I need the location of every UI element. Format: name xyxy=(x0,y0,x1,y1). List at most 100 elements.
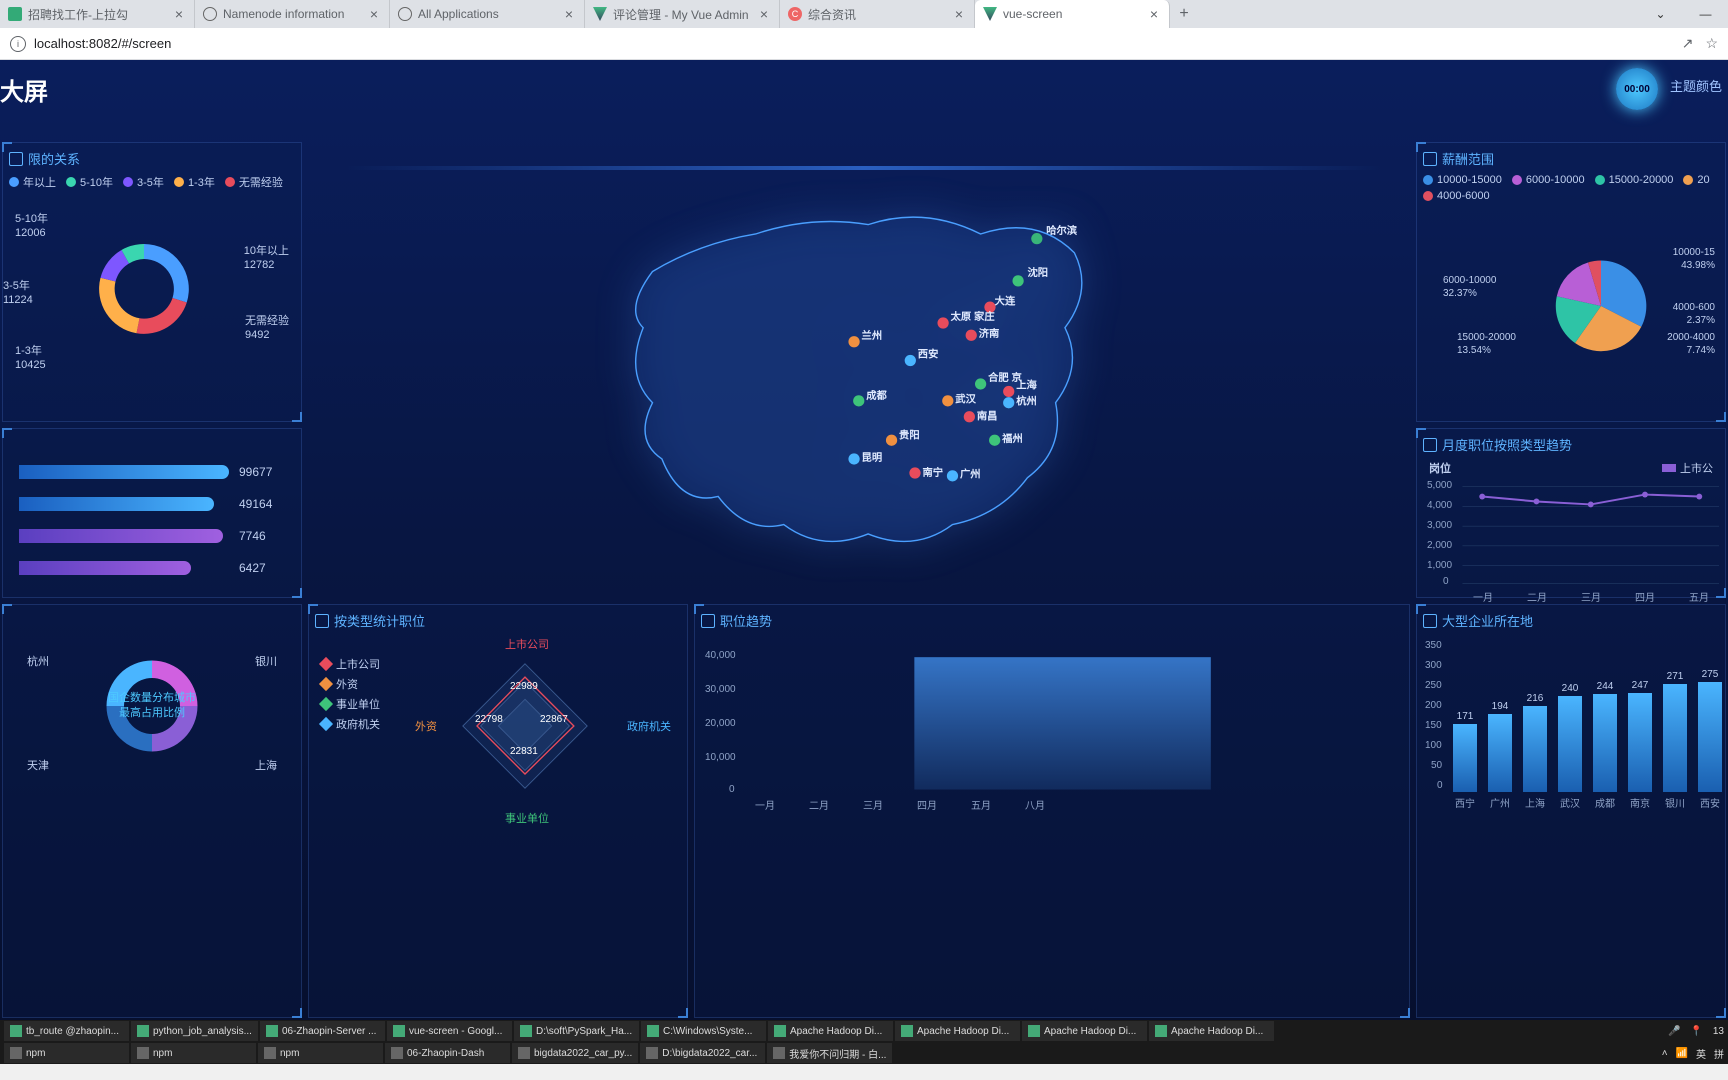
globe-icon xyxy=(203,7,217,21)
taskbar-item[interactable]: D:\bigdata2022_car... xyxy=(640,1043,765,1063)
taskbar-item[interactable]: Apache Hadoop Di... xyxy=(1022,1021,1147,1041)
tab-title: Namenode information xyxy=(223,7,361,21)
keyboard-indicator[interactable]: 拼 xyxy=(1714,1046,1724,1061)
tab-2[interactable]: All Applications × xyxy=(390,0,585,28)
tab-1[interactable]: Namenode information × xyxy=(195,0,390,28)
c-icon: C xyxy=(788,7,802,21)
close-icon[interactable]: × xyxy=(1147,7,1161,21)
globe-icon xyxy=(398,7,412,21)
pie-chart: 10000-1543.98% 4000-6002.37% 2000-40007.… xyxy=(1423,206,1719,406)
svg-text:哈尔滨: 哈尔滨 xyxy=(1046,224,1078,237)
tab-title: 评论管理 - My Vue Admin xyxy=(613,6,751,23)
star-icon[interactable]: ☆ xyxy=(1705,35,1718,52)
wifi-icon[interactable]: 📶 xyxy=(1676,1048,1688,1059)
taskbar-item[interactable]: 06-Zhaopin-Server ... xyxy=(260,1021,385,1041)
dashboard-screen: 大屏 00:00 主题颜色 限的关系 年以上 5-10年 3-5年 1-3年 无… xyxy=(0,60,1728,1020)
panel-title-text: 职位趋势 xyxy=(720,611,772,630)
tab-3[interactable]: 评论管理 - My Vue Admin × xyxy=(585,0,780,28)
tab-title: 综合资讯 xyxy=(808,6,946,23)
taskbar-item[interactable]: python_job_analysis... xyxy=(131,1021,258,1041)
close-icon[interactable]: × xyxy=(562,7,576,21)
close-icon[interactable]: × xyxy=(367,7,381,21)
svg-text:济南: 济南 xyxy=(979,327,1000,340)
legend: 10000-15000 6000-10000 15000-20000 20 40… xyxy=(1423,174,1719,202)
tab-5[interactable]: vue-screen× xyxy=(975,0,1170,28)
bar xyxy=(1453,724,1477,792)
line-chart: 5,000 4,000 3,000 2,000 1,000 0 一月 二月 三月… xyxy=(1423,476,1719,596)
svg-text:成都: 成都 xyxy=(866,389,887,402)
page-title: 大屏 xyxy=(0,72,48,107)
bar-chart: 99677 49164 7746 6427 xyxy=(9,435,295,575)
panel-icon xyxy=(1423,152,1437,166)
share-icon[interactable]: ↗ xyxy=(1682,35,1694,52)
panel-icon xyxy=(1423,438,1437,452)
svg-text:昆明: 昆明 xyxy=(862,452,883,464)
bar xyxy=(1488,714,1512,792)
panel-icon xyxy=(1423,614,1437,628)
tab-0[interactable]: 招聘找工作-上拉勾 × xyxy=(0,0,195,28)
taskbar-item[interactable]: npm xyxy=(131,1043,256,1063)
svg-text:贵阳: 贵阳 xyxy=(899,428,920,441)
tab-title: 招聘找工作-上拉勾 xyxy=(28,6,166,23)
svg-text:兰州: 兰州 xyxy=(862,329,883,342)
panel-salary: 薪酬范围 10000-15000 6000-10000 15000-20000 … xyxy=(1416,142,1726,422)
taskbar-item[interactable]: bigdata2022_car_py... xyxy=(512,1043,638,1063)
svg-text:广州: 广州 xyxy=(960,468,981,481)
china-map[interactable]: 哈尔滨 沈阳 大连 太原 家庄 济南 兰州 西安 合肥 京 上海 杭州 武汉 成… xyxy=(341,159,1377,581)
url-text[interactable]: localhost:8082/#/screen xyxy=(34,36,1674,51)
radar-chart: 上市公司 外资 事业单位 政府机关 上市公司 政府机关 事业单位 外资 xyxy=(315,636,681,826)
minimize-icon[interactable]: — xyxy=(1683,0,1728,28)
theme-button[interactable]: 主题颜色 xyxy=(1670,76,1722,95)
chevron-up-icon[interactable]: ˄ xyxy=(1662,1048,1668,1059)
vue-icon xyxy=(983,7,997,21)
taskbar-item[interactable]: Apache Hadoop Di... xyxy=(1149,1021,1274,1041)
close-icon[interactable]: × xyxy=(952,7,966,21)
taskbar-item[interactable]: C:\Windows\Syste... xyxy=(641,1021,766,1041)
panel-map: 哈尔滨 沈阳 大连 太原 家庄 济南 兰州 西安 合肥 京 上海 杭州 武汉 成… xyxy=(308,142,1410,598)
browser-tab-strip: 招聘找工作-上拉勾 × Namenode information × All App… xyxy=(0,0,1728,28)
panel-icon xyxy=(9,152,23,166)
panel-monthly: 月度职位按照类型趋势 岗位 上市公 5,000 4,000 3,000 xyxy=(1416,428,1726,598)
taskbar-item[interactable]: vue-screen - Googl... xyxy=(387,1021,512,1041)
area-chart: 40,000 30,000 20,000 10,000 0 一月 二月 三月 四… xyxy=(701,636,1403,816)
mic-icon[interactable]: 🎤 xyxy=(1668,1026,1680,1037)
panel-icon xyxy=(315,614,329,628)
tab-4[interactable]: C 综合资讯 × xyxy=(780,0,975,28)
taskbar-item[interactable]: tb_route @zhaopin... xyxy=(4,1021,129,1041)
info-icon[interactable]: i xyxy=(10,36,26,52)
panel-icon xyxy=(701,614,715,628)
svg-text:太原 家庄: 太原 家庄 xyxy=(950,310,996,323)
bar xyxy=(1523,706,1547,792)
svg-text:西安: 西安 xyxy=(918,348,939,361)
ime-indicator[interactable]: 英 xyxy=(1696,1046,1706,1061)
taskbar-item[interactable]: 06-Zhaopin-Dash xyxy=(385,1043,510,1063)
taskbar-item[interactable]: Apache Hadoop Di... xyxy=(895,1021,1020,1041)
taskbar-row-2: npmnpmnpm06-Zhaopin-Dashbigdata2022_car_… xyxy=(0,1042,1728,1064)
legend: 年以上 5-10年 3-5年 1-3年 无需经验 xyxy=(9,174,295,190)
favicon-icon xyxy=(8,7,22,21)
tab-title: All Applications xyxy=(418,7,556,21)
taskbar-item[interactable]: Apache Hadoop Di... xyxy=(768,1021,893,1041)
panel-title-text: 月度职位按照类型趋势 xyxy=(1442,435,1572,454)
taskbar-item[interactable]: npm xyxy=(258,1043,383,1063)
svg-text:南宁: 南宁 xyxy=(923,466,944,479)
close-icon[interactable]: × xyxy=(757,7,771,21)
panel-trend: 职位趋势 40,000 30,000 20,000 10,000 0 一月 二月… xyxy=(694,604,1410,1018)
svg-text:福州: 福州 xyxy=(1001,432,1023,445)
panel-title-text: 按类型统计职位 xyxy=(334,611,425,630)
taskbar-item[interactable]: D:\soft\PySpark_Ha... xyxy=(514,1021,639,1041)
dropdown-icon[interactable]: ⌄ xyxy=(1638,0,1683,28)
panel-city-ring: 国企数量分布城市最高占用比例 杭州 银川 天津 上海 xyxy=(2,604,302,1018)
panel-experience: 限的关系 年以上 5-10年 3-5年 1-3年 无需经验 xyxy=(2,142,302,422)
bar xyxy=(1558,696,1582,792)
ring-chart: 国企数量分布城市最高占用比例 杭州 银川 天津 上海 xyxy=(9,611,295,801)
panel-hbars: 99677 49164 7746 6427 xyxy=(2,428,302,598)
taskbar-item[interactable]: 我爱你不问归期 - 白... xyxy=(767,1043,892,1063)
taskbar-item[interactable]: npm xyxy=(4,1043,129,1063)
new-tab-button[interactable]: + xyxy=(1170,0,1198,28)
taskbar-row-1: tb_route @zhaopin...python_job_analysis.… xyxy=(0,1020,1728,1042)
location-icon[interactable]: 📍 xyxy=(1690,1026,1702,1037)
close-icon[interactable]: × xyxy=(172,7,186,21)
svg-text:沈阳: 沈阳 xyxy=(1028,266,1049,279)
panel-title-text: 薪酬范围 xyxy=(1442,149,1494,168)
